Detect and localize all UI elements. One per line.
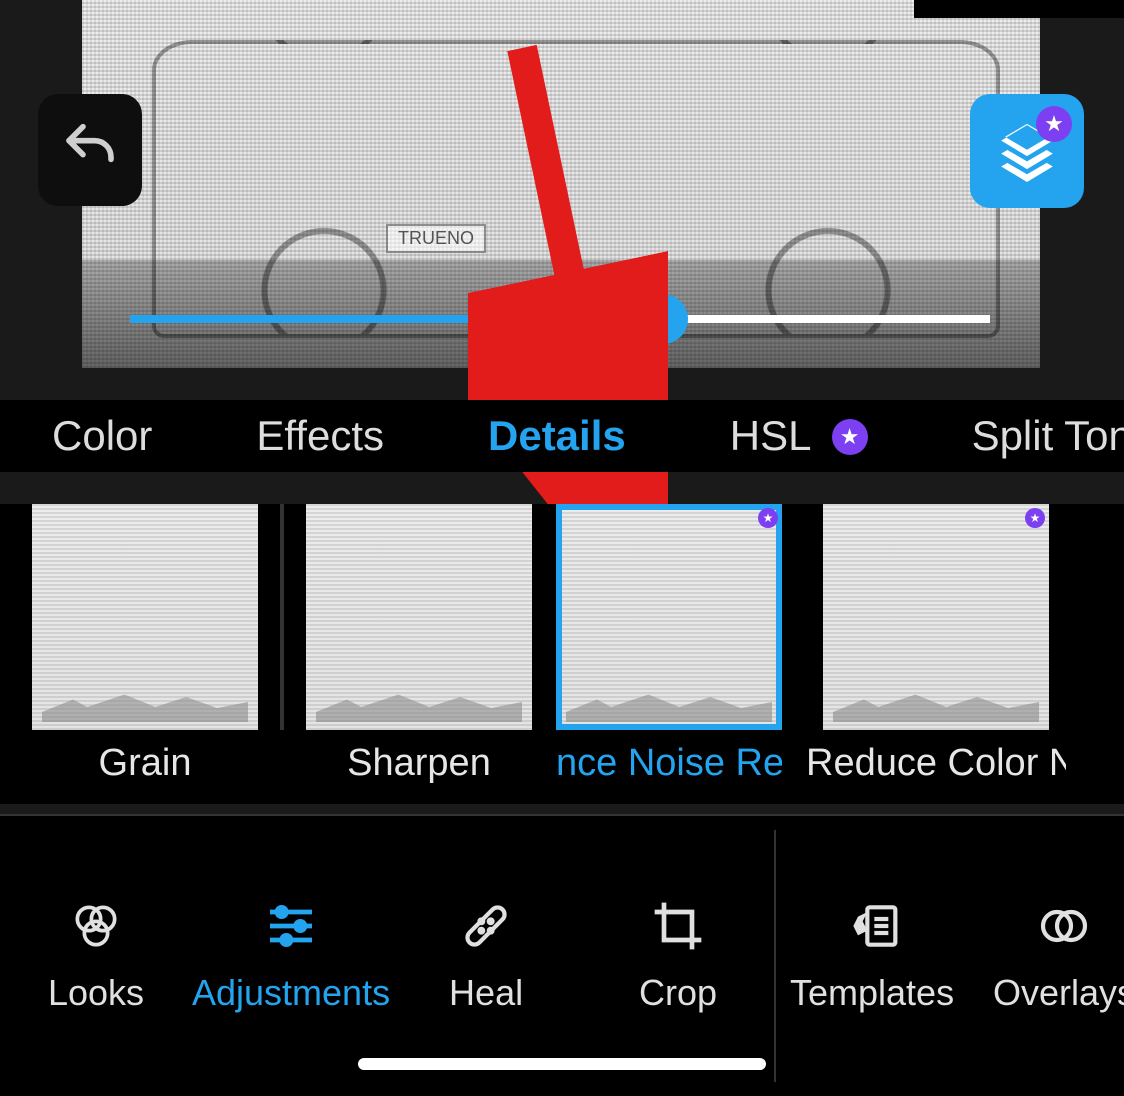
premium-star-icon: ★ <box>1025 508 1045 528</box>
slider-knob[interactable] <box>638 294 688 344</box>
tool-thumbnail: ★ <box>823 504 1049 730</box>
nav-looks[interactable]: Looks <box>0 898 192 1014</box>
premium-star-icon: ★ <box>758 508 778 528</box>
nav-label: Overlays <box>993 972 1124 1014</box>
detail-tools-strip[interactable]: Grain Sharpen ★ nce Noise Rec ★ Reduce C… <box>0 504 1124 804</box>
undo-button[interactable] <box>38 94 142 206</box>
crop-icon <box>650 898 706 954</box>
bandage-icon <box>458 898 514 954</box>
tool-grain[interactable]: Grain <box>32 504 258 785</box>
templates-icon <box>844 898 900 954</box>
tool-reduce-luminance-noise[interactable]: ★ nce Noise Rec <box>556 504 782 785</box>
nav-label: Adjustments <box>192 972 390 1014</box>
nav-heal[interactable]: Heal <box>390 898 582 1014</box>
nav-label: Heal <box>449 972 523 1014</box>
nav-label: Templates <box>790 972 954 1014</box>
subtab-label: Color <box>52 412 152 459</box>
divider <box>280 504 284 730</box>
bottom-nav: Looks Adjustments Heal Crop Templates <box>0 814 1124 1096</box>
tool-label: Reduce Color N <box>806 742 1066 785</box>
subtab-label: HSL <box>730 412 810 459</box>
tool-label: Grain <box>99 742 192 785</box>
nav-crop[interactable]: Crop <box>582 898 774 1014</box>
image-preview[interactable]: TRUENO ★ <box>0 0 1124 368</box>
slider-fill <box>130 315 663 323</box>
undo-icon <box>62 122 118 178</box>
tool-label: nce Noise Rec <box>556 742 782 785</box>
tool-thumbnail: ★ <box>556 504 782 730</box>
layers-button[interactable]: ★ <box>970 94 1084 208</box>
adjustment-slider[interactable] <box>130 314 990 324</box>
subtab-label: Details <box>488 412 626 459</box>
subtab-hsl[interactable]: HSL ★ <box>730 412 868 460</box>
tool-thumbnail <box>32 504 258 730</box>
overlays-icon <box>1036 898 1092 954</box>
nav-adjustments[interactable]: Adjustments <box>192 898 390 1014</box>
nav-label: Crop <box>639 972 717 1014</box>
top-right-crop <box>914 0 1124 18</box>
subtab-split-tone[interactable]: Split Tone <box>972 412 1124 460</box>
tool-label: Sharpen <box>347 742 491 785</box>
subtab-color[interactable]: Color <box>52 412 152 460</box>
subtab-label: Split Tone <box>972 412 1124 459</box>
adjustment-subtabs: Color Effects Details HSL ★ Split Tone <box>0 400 1124 472</box>
looks-icon <box>68 898 124 954</box>
nav-label: Looks <box>48 972 144 1014</box>
sliders-icon <box>263 898 319 954</box>
nav-templates[interactable]: Templates <box>776 898 968 1014</box>
home-indicator[interactable] <box>358 1058 766 1070</box>
subtab-details[interactable]: Details <box>488 412 626 460</box>
tool-thumbnail <box>306 504 532 730</box>
tool-sharpen[interactable]: Sharpen <box>306 504 532 785</box>
premium-star-icon: ★ <box>832 419 868 455</box>
subtab-effects[interactable]: Effects <box>256 412 384 460</box>
premium-star-icon: ★ <box>1036 106 1072 142</box>
subtab-label: Effects <box>256 412 384 459</box>
tool-reduce-color-noise[interactable]: ★ Reduce Color N <box>806 504 1066 785</box>
license-plate-text: TRUENO <box>386 224 486 253</box>
nav-overlays[interactable]: Overlays <box>968 898 1124 1014</box>
